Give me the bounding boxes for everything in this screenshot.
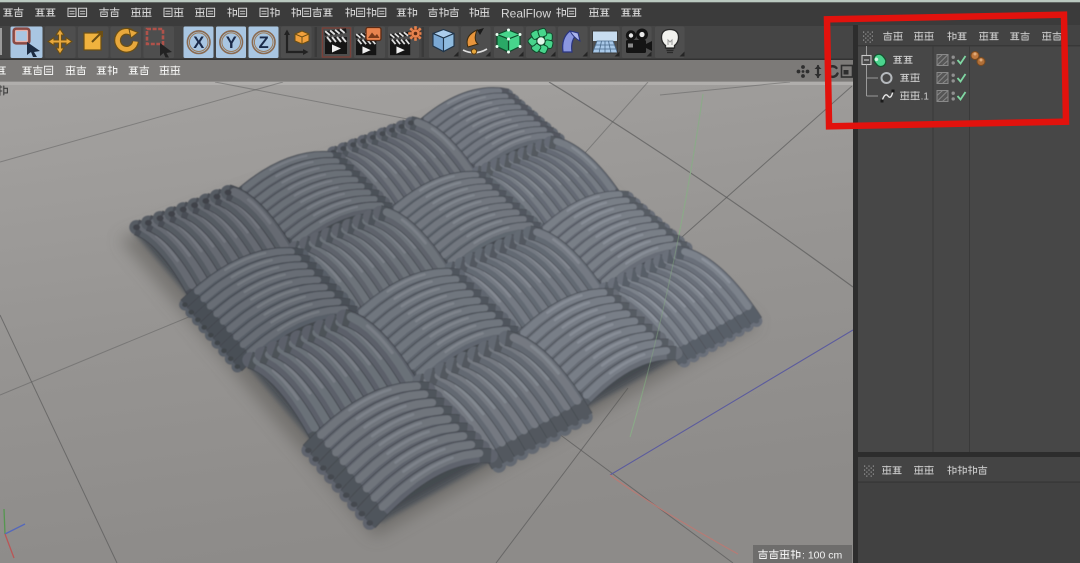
svg-text:RealFlow: RealFlow: [501, 7, 551, 21]
svg-text:Y: Y: [226, 34, 237, 52]
svg-text:1: 1: [923, 91, 929, 102]
svg-text:X: X: [193, 34, 204, 52]
svg-text:Z: Z: [259, 34, 269, 52]
svg-text:: 100 cm: : 100 cm: [802, 550, 843, 562]
